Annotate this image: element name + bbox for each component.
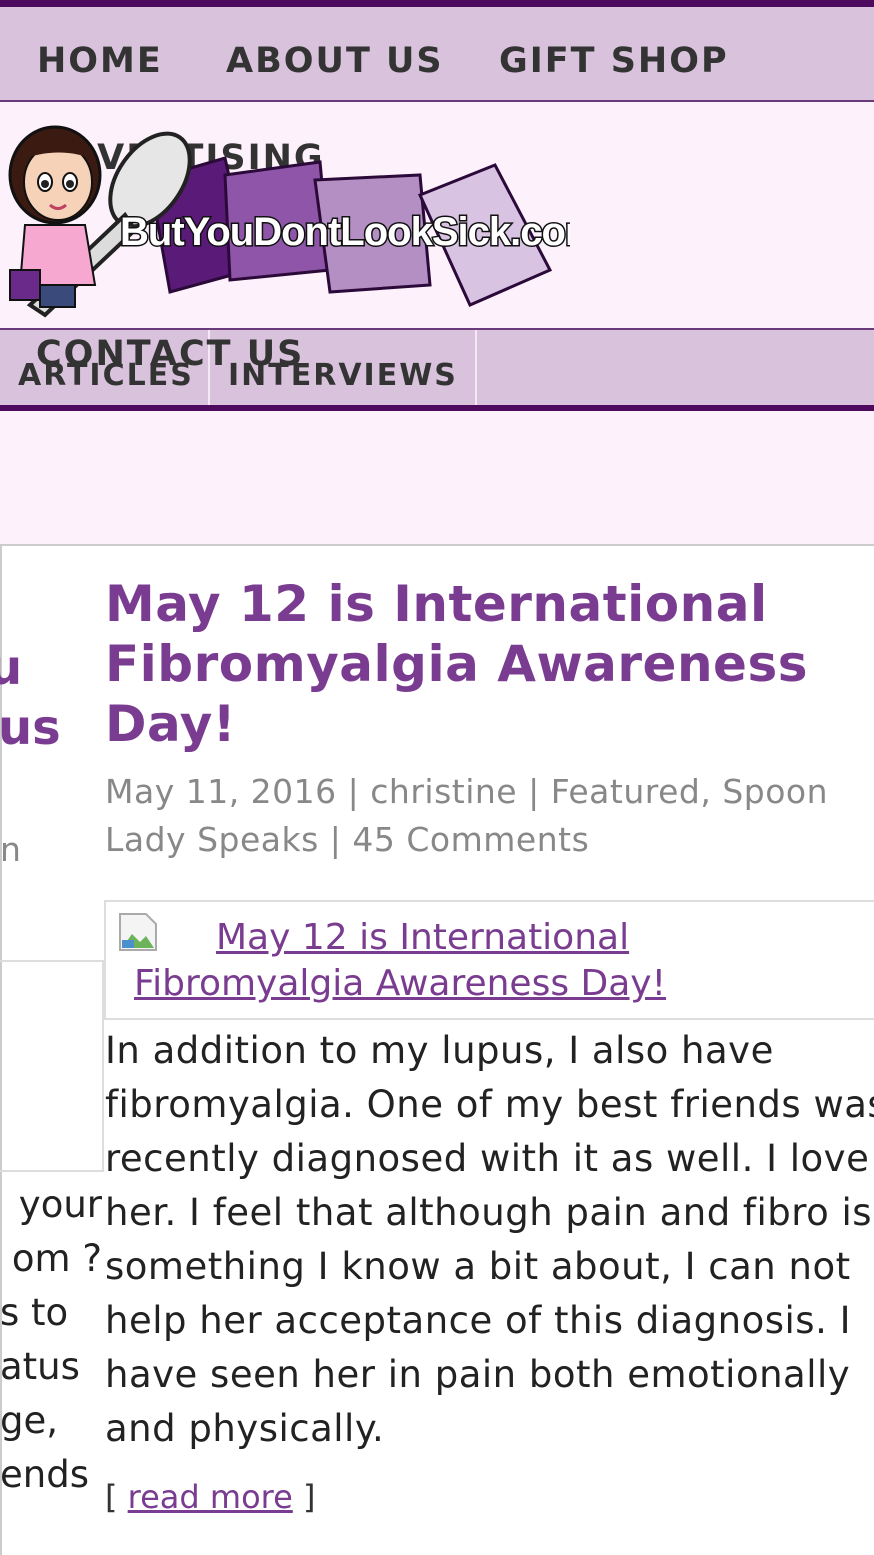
sidebar-excerpt-line: your: [18, 1183, 102, 1226]
sidebar-title-fragment[interactable]: us: [0, 700, 61, 756]
bracket: [: [105, 1478, 128, 1516]
subnav-separator: [475, 330, 477, 405]
post-image-alt-text[interactable]: May 12 is International Fibromyalgia Awa…: [134, 917, 666, 1004]
top-nav-bar: HOME ABOUT US GIFT SHOP: [0, 0, 874, 102]
post-title-link[interactable]: May 12 is International Fibromyalgia Awa…: [105, 574, 845, 754]
post-meta: May 11, 2016 | christine | Featured, Spo…: [105, 768, 874, 864]
read-more-wrapper: [ read more ]: [105, 1478, 315, 1516]
logo-character-graphic: [8, 125, 102, 308]
site-logo[interactable]: ButYouDontLookSick.com: [0, 120, 570, 320]
nav-gift-shop-link[interactable]: GIFT SHOP: [499, 41, 729, 81]
post-excerpt: In addition to my lupus, I also have fib…: [105, 1029, 874, 1450]
meta-separator: |: [528, 772, 551, 811]
nav-home-link[interactable]: HOME: [37, 41, 163, 81]
bracket: ]: [292, 1478, 316, 1516]
meta-separator: |: [347, 772, 371, 811]
sidebar-excerpt-line: ge,: [0, 1399, 59, 1442]
nav-contact-link[interactable]: CONTACT US: [36, 334, 304, 374]
post-comments-link[interactable]: 45 Comments: [352, 820, 589, 859]
sidebar-meta-fragment: n: [0, 830, 21, 869]
sidebar-excerpt-line: om ?: [11, 1237, 102, 1280]
meta-separator: |: [329, 820, 353, 859]
sidebar-divider: [0, 960, 104, 962]
post-image-link[interactable]: May 12 is International Fibromyalgia Awa…: [134, 915, 854, 1007]
logo-text: ButYouDontLookSick.com: [120, 210, 570, 254]
sidebar-divider: [0, 1170, 104, 1172]
sidebar-excerpt-line: s to: [0, 1291, 69, 1334]
post-author-link[interactable]: christine: [370, 772, 517, 811]
read-more-link[interactable]: read more: [128, 1478, 293, 1516]
sidebar-excerpt-line: atus: [0, 1345, 80, 1388]
nav-about-link[interactable]: ABOUT US: [226, 41, 444, 81]
sidebar-title-fragment[interactable]: u: [0, 640, 22, 696]
sidebar-excerpt-line: ends: [0, 1453, 89, 1496]
post-date: May 11, 2016: [105, 772, 337, 811]
sidebar-excerpt: your om ? s to atus ge, ends: [0, 1178, 102, 1502]
